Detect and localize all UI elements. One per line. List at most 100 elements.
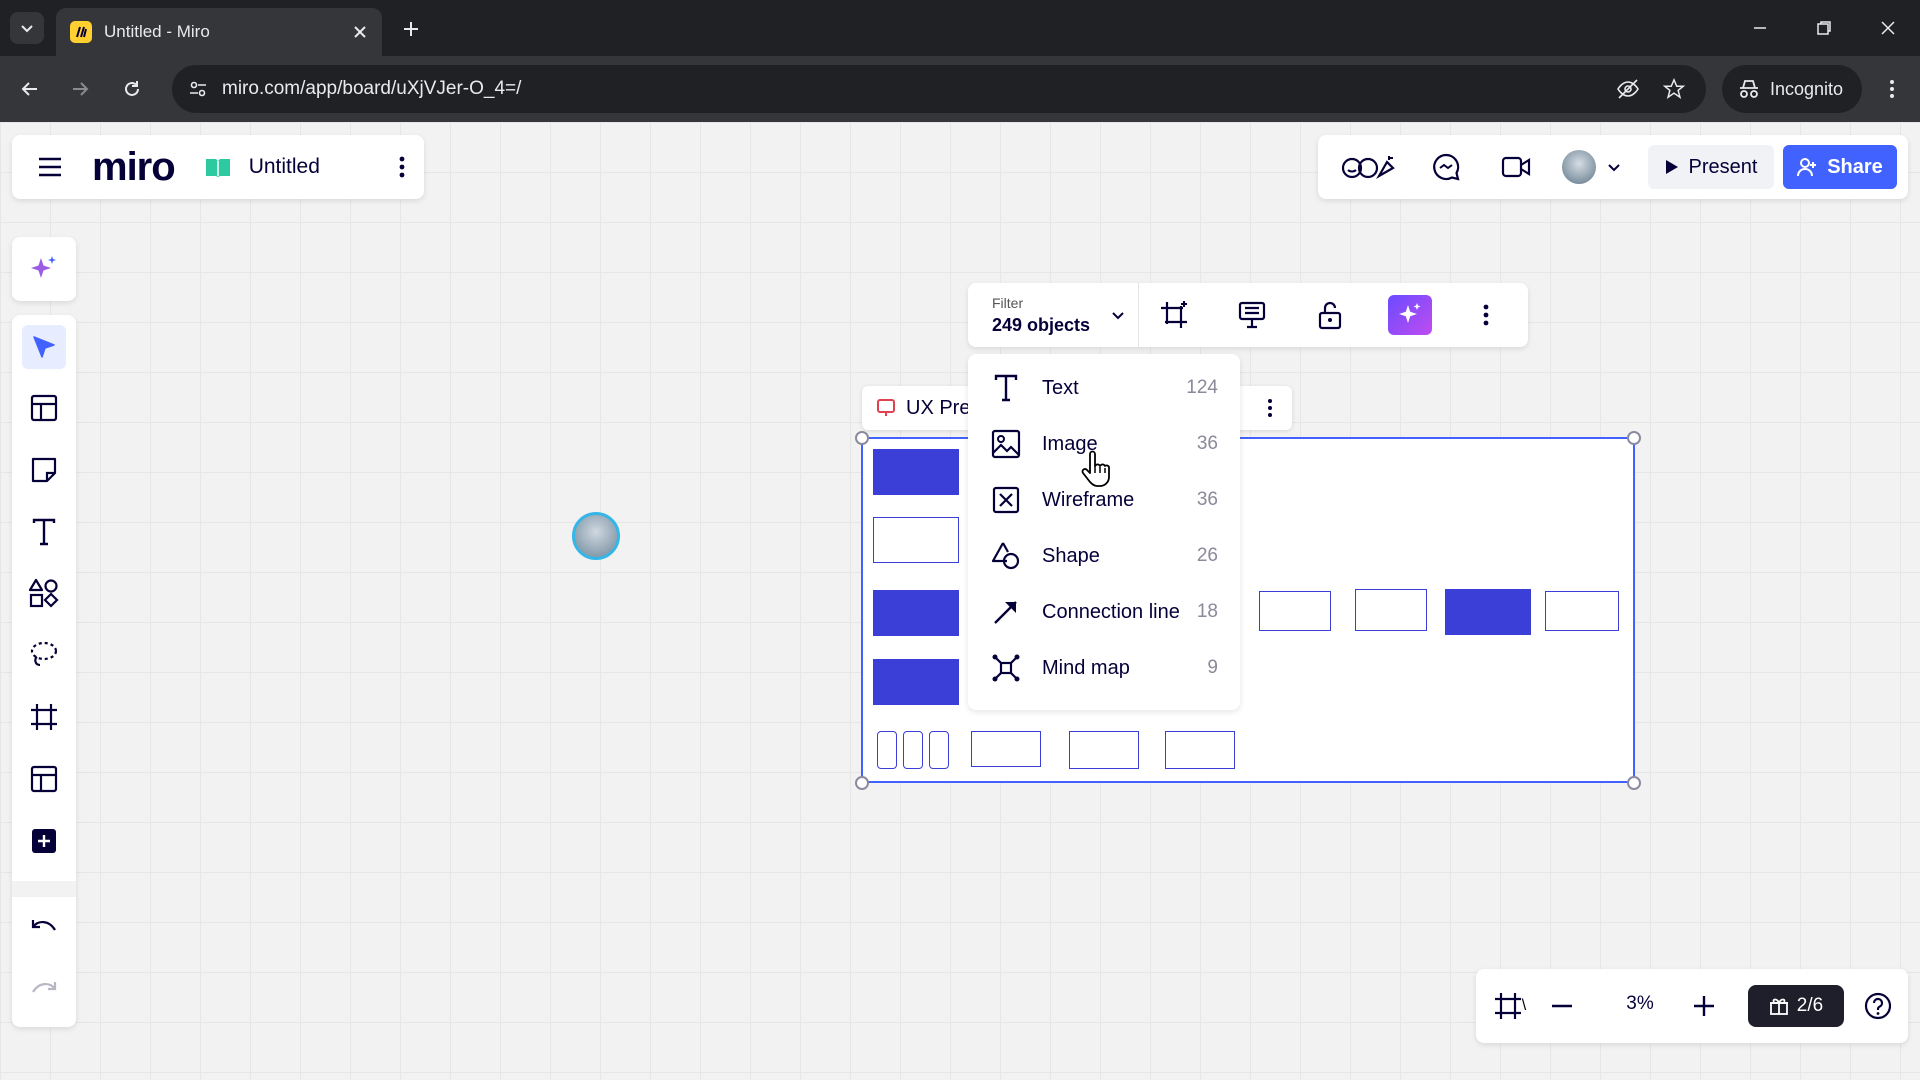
wireframe-thumbnail[interactable]	[1355, 589, 1427, 631]
redo-button[interactable]	[22, 969, 66, 1013]
site-info-icon[interactable]	[188, 79, 208, 99]
resize-handle-top-right[interactable]	[1627, 431, 1641, 445]
help-icon	[1864, 992, 1892, 1020]
address-bar[interactable]: miro.com/app/board/uXjVJer-O_4=/	[172, 65, 1706, 113]
slide-thumbnail[interactable]	[873, 590, 959, 636]
wireframe-thumbnail[interactable]	[971, 731, 1041, 767]
sticky-note-tool[interactable]	[22, 448, 66, 492]
help-button[interactable]	[1856, 984, 1900, 1028]
filter-item-connection-line[interactable]: Connection line 18	[968, 584, 1240, 640]
reactions-icon	[1341, 156, 1395, 179]
board-book-icon	[205, 159, 230, 177]
filter-label: Filter	[992, 295, 1024, 311]
new-tab-button[interactable]	[396, 14, 426, 44]
wireframe-thumbnail[interactable]	[1545, 591, 1619, 631]
layouts-tool[interactable]	[22, 757, 66, 801]
browser-tab-active[interactable]: Untitled - Miro	[56, 8, 382, 56]
forward-button[interactable]	[62, 71, 98, 107]
restore-button[interactable]	[1804, 10, 1844, 46]
templates-tool[interactable]	[22, 386, 66, 430]
filter-item-shape[interactable]: Shape 26	[968, 528, 1240, 584]
zoom-in-button[interactable]	[1682, 984, 1726, 1028]
slide-thumbnail[interactable]	[1445, 589, 1531, 635]
reactions-button[interactable]	[1336, 147, 1400, 187]
lasso-tool[interactable]	[22, 633, 66, 677]
creation-toolbar	[12, 315, 76, 1027]
sticky-note-icon	[31, 457, 57, 483]
tab-search-button[interactable]	[10, 12, 44, 44]
restore-icon	[1817, 21, 1831, 35]
board-title[interactable]: Untitled	[249, 155, 320, 179]
zoom-level[interactable]: 3%	[1610, 993, 1670, 1015]
arrow-right-icon	[73, 82, 89, 96]
video-call-button[interactable]	[1494, 147, 1538, 187]
text-tool[interactable]	[22, 510, 66, 554]
board-options-button[interactable]	[392, 147, 412, 187]
filter-item-count: 26	[1196, 545, 1218, 566]
toolbar-gap	[12, 881, 76, 897]
close-window-button[interactable]	[1868, 10, 1908, 46]
wireframe-thumbnail[interactable]	[1259, 591, 1331, 631]
filter-item-label: Connection line	[1042, 600, 1180, 623]
wireframe-thumbnail[interactable]	[873, 517, 959, 563]
filter-item-text[interactable]: Text 124	[968, 360, 1240, 416]
minimize-button[interactable]	[1740, 10, 1780, 46]
ai-assist-button[interactable]	[22, 247, 66, 291]
user-avatar-menu[interactable]	[1554, 147, 1630, 187]
browser-menu-button[interactable]	[1874, 71, 1910, 107]
shape-icon	[990, 540, 1022, 572]
filter-item-mind-map[interactable]: Mind map 9	[968, 640, 1240, 696]
frame-options-button[interactable]	[1250, 388, 1290, 428]
hamburger-icon	[39, 157, 61, 177]
collaboration-panel: Present Share	[1318, 135, 1908, 199]
present-button[interactable]: Present	[1648, 145, 1774, 189]
whats-new-button[interactable]: 2/6	[1748, 985, 1844, 1027]
slide-thumbnail[interactable]	[873, 449, 959, 495]
shapes-tool[interactable]	[22, 571, 66, 615]
ai-sparkle-button[interactable]	[1388, 295, 1432, 335]
create-frame-button[interactable]	[1152, 295, 1196, 335]
select-tool[interactable]	[22, 325, 66, 369]
lasso-icon	[30, 641, 58, 667]
wireframe-thumbnail[interactable]	[1165, 731, 1235, 769]
back-button[interactable]	[12, 71, 48, 107]
comments-button[interactable]	[1424, 147, 1468, 187]
filter-object-count[interactable]: 249 objects	[992, 315, 1090, 336]
wireframe-thumbnail[interactable]	[903, 731, 923, 769]
undo-button[interactable]	[22, 907, 66, 951]
share-button[interactable]: Share	[1783, 145, 1897, 189]
hand-pointer-icon	[1081, 450, 1110, 487]
slide-thumbnail[interactable]	[873, 659, 959, 705]
filter-dropdown-toggle[interactable]	[1106, 303, 1130, 327]
collaborator-avatar[interactable]	[572, 512, 620, 560]
more-options-button[interactable]	[1464, 295, 1508, 335]
fit-to-screen-button[interactable]: \	[1488, 984, 1532, 1028]
wireframe-thumbnail[interactable]	[877, 731, 897, 769]
reload-button[interactable]	[114, 71, 150, 107]
pages-count: 2/6	[1796, 995, 1824, 1016]
resize-handle-bottom-right[interactable]	[1627, 776, 1641, 790]
lock-button[interactable]	[1308, 295, 1352, 335]
incognito-indicator[interactable]: Incognito	[1722, 65, 1862, 113]
zoom-panel: \ 3% 2/6	[1476, 969, 1908, 1043]
miro-logo[interactable]: miro	[92, 145, 176, 190]
wireframe-thumbnail[interactable]	[929, 731, 949, 769]
comment-icon	[1433, 153, 1460, 181]
zoom-out-button[interactable]	[1540, 984, 1584, 1028]
resize-handle-bottom-left[interactable]	[855, 776, 869, 790]
avatar	[1562, 150, 1596, 184]
more-apps-button[interactable]	[22, 819, 66, 863]
filter-item-label: Image	[1042, 432, 1098, 455]
eye-off-icon[interactable]	[1616, 77, 1640, 101]
frame-tool[interactable]	[22, 695, 66, 739]
main-menu-button[interactable]	[24, 141, 76, 193]
filter-item-count: 36	[1196, 489, 1218, 510]
tab-close-icon[interactable]	[346, 18, 374, 46]
presentation-mode-button[interactable]	[1230, 295, 1274, 335]
kebab-menu-icon	[1268, 399, 1272, 417]
bookmark-star-icon[interactable]	[1662, 77, 1686, 101]
resize-handle-top-left[interactable]	[855, 431, 869, 445]
browser-tab-bar: Untitled - Miro	[0, 0, 1920, 56]
board-canvas[interactable]: miro Untitled Present Share \ 3% 2/6 UX …	[0, 122, 1920, 1080]
wireframe-thumbnail[interactable]	[1069, 731, 1139, 769]
